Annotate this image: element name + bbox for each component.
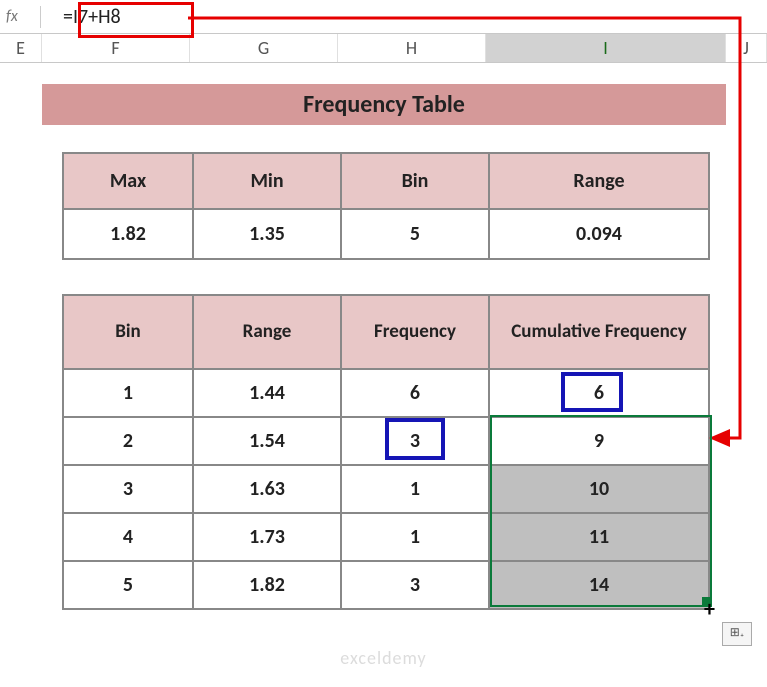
fx-label: fx: [6, 7, 40, 26]
page-title: Frequency Table: [42, 84, 726, 125]
stats-header-min: Min: [193, 153, 341, 209]
col-header-h[interactable]: H: [338, 34, 486, 62]
table-row: 1.82 1.35 5 0.094: [63, 209, 709, 259]
cell-cum[interactable]: 10: [489, 465, 709, 513]
main-header-freq: Frequency: [341, 295, 489, 369]
cell-cum-active[interactable]: 9: [489, 417, 709, 465]
autofill-options-button[interactable]: ⊞₊: [722, 622, 752, 646]
stats-bin[interactable]: 5: [341, 209, 489, 259]
formula-highlight-box: [78, 2, 194, 38]
stats-header-bin: Bin: [341, 153, 489, 209]
table-row: 4 1.73 1 11: [63, 513, 709, 561]
fill-handle[interactable]: [702, 597, 710, 605]
cell-bin[interactable]: 3: [63, 465, 193, 513]
cell-range[interactable]: 1.44: [193, 369, 341, 417]
main-header-bin: Bin: [63, 295, 193, 369]
table-row: 5 1.82 3 14: [63, 561, 709, 609]
cell-cum[interactable]: 11: [489, 513, 709, 561]
col-header-i[interactable]: I: [486, 34, 726, 62]
column-headers: E F G H I J: [0, 34, 767, 63]
cell-cum[interactable]: 14: [489, 561, 709, 609]
cell-freq[interactable]: 3: [341, 561, 489, 609]
cell-freq[interactable]: 6: [341, 369, 489, 417]
stats-table: Max Min Bin Range 1.82 1.35 5 0.094: [62, 152, 710, 260]
cell-bin[interactable]: 4: [63, 513, 193, 561]
col-header-g[interactable]: G: [190, 34, 338, 62]
table-row: 3 1.63 1 10: [63, 465, 709, 513]
watermark: exceldemy: [340, 647, 426, 669]
col-header-e[interactable]: E: [0, 34, 42, 62]
cell-bin[interactable]: 5: [63, 561, 193, 609]
main-header-range: Range: [193, 295, 341, 369]
cell-range[interactable]: 1.54: [193, 417, 341, 465]
col-header-j[interactable]: J: [726, 34, 767, 62]
cell-cum[interactable]: 6: [489, 369, 709, 417]
cell-freq[interactable]: 3: [341, 417, 489, 465]
cell-freq[interactable]: 1: [341, 465, 489, 513]
stats-range[interactable]: 0.094: [489, 209, 709, 259]
table-row: Max Min Bin Range: [63, 153, 709, 209]
cell-bin[interactable]: 1: [63, 369, 193, 417]
col-header-f[interactable]: F: [42, 34, 190, 62]
table-row: 2 1.54 3 9: [63, 417, 709, 465]
cell-range[interactable]: 1.63: [193, 465, 341, 513]
stats-header-range: Range: [489, 153, 709, 209]
cell-freq[interactable]: 1: [341, 513, 489, 561]
cell-range[interactable]: 1.73: [193, 513, 341, 561]
table-row: 1 1.44 6 6: [63, 369, 709, 417]
table-row: Bin Range Frequency Cumulative Frequency: [63, 295, 709, 369]
stats-max[interactable]: 1.82: [63, 209, 193, 259]
fx-divider: [40, 6, 41, 28]
main-header-cum: Cumulative Frequency: [489, 295, 709, 369]
main-table: Bin Range Frequency Cumulative Frequency…: [62, 294, 710, 610]
cell-bin[interactable]: 2: [63, 417, 193, 465]
stats-header-max: Max: [63, 153, 193, 209]
stats-min[interactable]: 1.35: [193, 209, 341, 259]
cell-range[interactable]: 1.82: [193, 561, 341, 609]
